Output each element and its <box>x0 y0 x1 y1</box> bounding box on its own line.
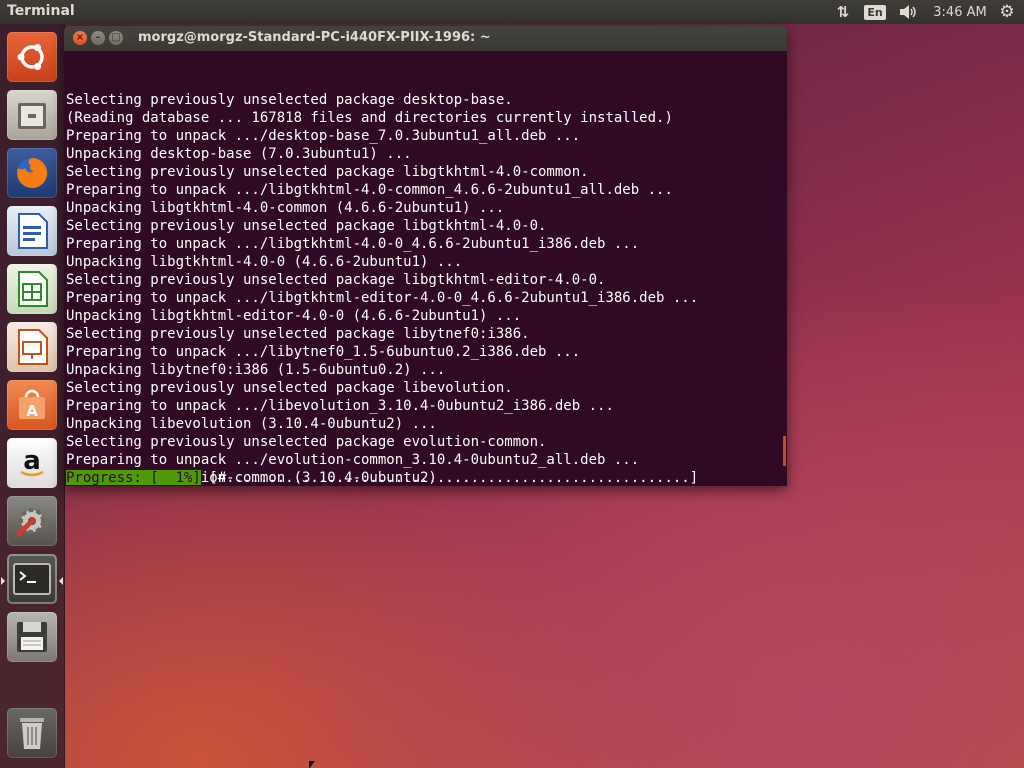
svg-text:A: A <box>26 402 38 420</box>
terminal-line: (Reading database ... 167818 files and d… <box>66 110 673 126</box>
writer-document-icon[interactable] <box>7 206 57 256</box>
progress-bar: [#......................................… <box>200 470 699 485</box>
settings-gear-icon[interactable]: ⚙ <box>996 0 1018 24</box>
terminal-line: Preparing to unpack .../libgtkhtml-4.0-c… <box>66 182 673 198</box>
terminal-line: Unpacking desktop-base (7.0.3ubuntu1) ..… <box>66 146 412 162</box>
top-panel: Terminal ⇅ En 3:46 AM ⚙ <box>0 0 1024 24</box>
terminal-line: Preparing to unpack .../libgtkhtml-4.0-0… <box>66 236 640 252</box>
terminal-line: Selecting previously unselected package … <box>66 164 589 180</box>
terminal-line: Selecting previously unselected package … <box>66 272 606 288</box>
terminal-titlebar[interactable]: × – □ morgz@morgz-Standard-PC-i440FX-PII… <box>64 26 787 51</box>
active-app-title: Terminal <box>7 3 75 19</box>
clock[interactable]: 3:46 AM <box>930 0 990 24</box>
terminal-lines: Selecting previously unselected package … <box>66 91 781 485</box>
terminal-line: Preparing to unpack .../libevolution_3.1… <box>66 398 614 414</box>
terminal-line: Selecting previously unselected package … <box>66 326 530 342</box>
minimize-icon[interactable]: – <box>91 31 105 45</box>
terminal-line: Unpacking libgtkhtml-4.0-0 (4.6.6-2ubunt… <box>66 254 463 270</box>
software-center-bag-icon[interactable]: A <box>7 380 57 430</box>
svg-text:a: a <box>23 446 41 476</box>
amazon-icon[interactable]: a <box>7 438 57 488</box>
firefox-icon[interactable] <box>7 148 57 198</box>
terminal-line: Preparing to unpack .../evolution-common… <box>66 452 640 468</box>
terminal-line: Preparing to unpack .../libytnef0_1.5-6u… <box>66 344 581 360</box>
close-icon[interactable]: × <box>73 31 87 45</box>
terminal-window[interactable]: × – □ morgz@morgz-Standard-PC-i440FX-PII… <box>64 26 787 486</box>
scrollbar-marker[interactable] <box>783 436 786 466</box>
keyboard-layout-icon: En <box>864 4 886 20</box>
terminal-line: Selecting previously unselected package … <box>66 218 547 234</box>
floppy-disk-icon[interactable] <box>7 612 57 662</box>
keyboard-layout-indicator[interactable]: En <box>864 0 886 24</box>
settings-wrench-icon[interactable] <box>7 496 57 546</box>
running-indicator <box>1 577 5 585</box>
terminal-line: Preparing to unpack .../desktop-base_7.0… <box>66 128 581 144</box>
terminal-icon[interactable] <box>7 554 57 604</box>
terminal-line: Unpacking libytnef0:i386 (1.5-6ubuntu0.2… <box>66 362 446 378</box>
file-cabinet-icon[interactable] <box>7 90 57 140</box>
terminal-title: morgz@morgz-Standard-PC-i440FX-PIIX-1996… <box>138 30 491 45</box>
terminal-line: Selecting previously unselected package … <box>66 380 513 396</box>
focused-indicator <box>59 577 63 585</box>
network-icon[interactable]: ⇅ <box>832 0 854 24</box>
maximize-icon[interactable]: □ <box>109 31 123 45</box>
terminal-output[interactable]: Selecting previously unselected package … <box>66 55 781 485</box>
terminal-line: Unpacking libevolution (3.10.4-0ubuntu2)… <box>66 416 437 432</box>
trash-icon[interactable] <box>7 708 57 758</box>
ubuntu-logo-icon[interactable] <box>7 32 57 82</box>
mouse-cursor-icon <box>309 761 315 768</box>
terminal-line: Unpacking libgtkhtml-editor-4.0-0 (4.6.6… <box>66 308 522 324</box>
calc-spreadsheet-icon[interactable] <box>7 264 57 314</box>
volume-icon[interactable] <box>896 0 920 24</box>
terminal-line: Preparing to unpack .../libgtkhtml-edito… <box>66 290 699 306</box>
terminal-line: Selecting previously unselected package … <box>66 434 547 450</box>
progress-row: Progress: [ 1%] [#......................… <box>66 469 698 485</box>
progress-label: Progress: [ 1%] <box>66 470 201 485</box>
launcher: A a <box>0 24 65 768</box>
terminal-line: Selecting previously unselected package … <box>66 92 513 108</box>
impress-presentation-icon[interactable] <box>7 322 57 372</box>
terminal-line: Unpacking libgtkhtml-4.0-common (4.6.6-2… <box>66 200 505 216</box>
